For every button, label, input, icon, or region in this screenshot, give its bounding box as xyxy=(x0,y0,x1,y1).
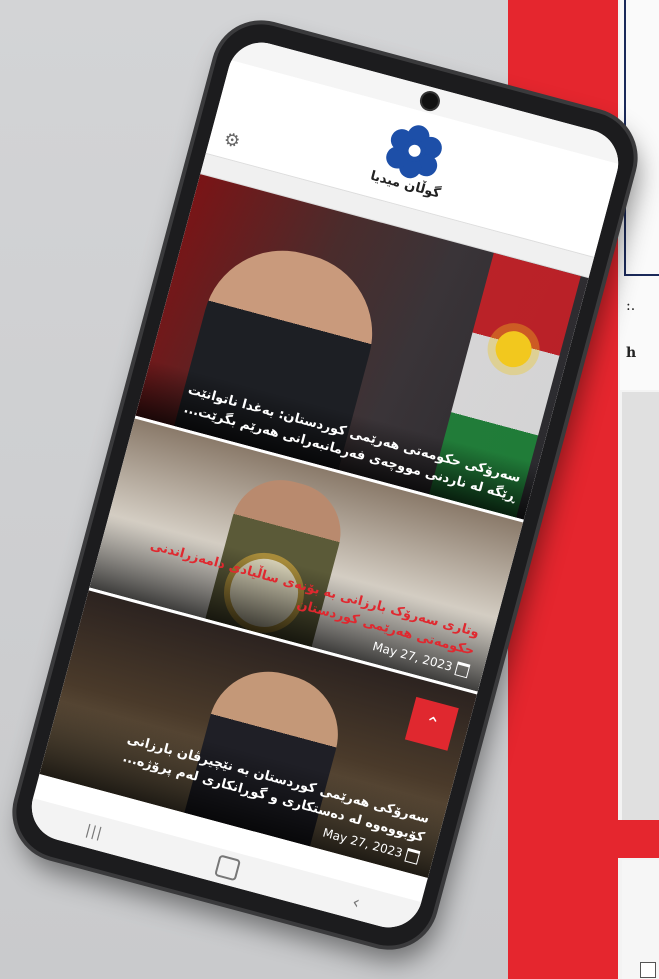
back-icon[interactable]: ‹ xyxy=(350,891,362,913)
gear-icon[interactable]: ⚙ xyxy=(221,128,242,152)
home-icon[interactable] xyxy=(214,854,242,882)
document-gray-area xyxy=(622,392,659,822)
recents-icon[interactable]: ||| xyxy=(84,822,105,842)
document-text-1: :. xyxy=(626,298,636,314)
document-text-2: h xyxy=(626,345,637,361)
checkbox[interactable] xyxy=(640,962,656,978)
red-accent-bar xyxy=(575,820,659,858)
calendar-icon xyxy=(404,847,421,865)
share-icon[interactable]: ⌃ xyxy=(404,696,459,751)
calendar-icon xyxy=(454,661,471,679)
